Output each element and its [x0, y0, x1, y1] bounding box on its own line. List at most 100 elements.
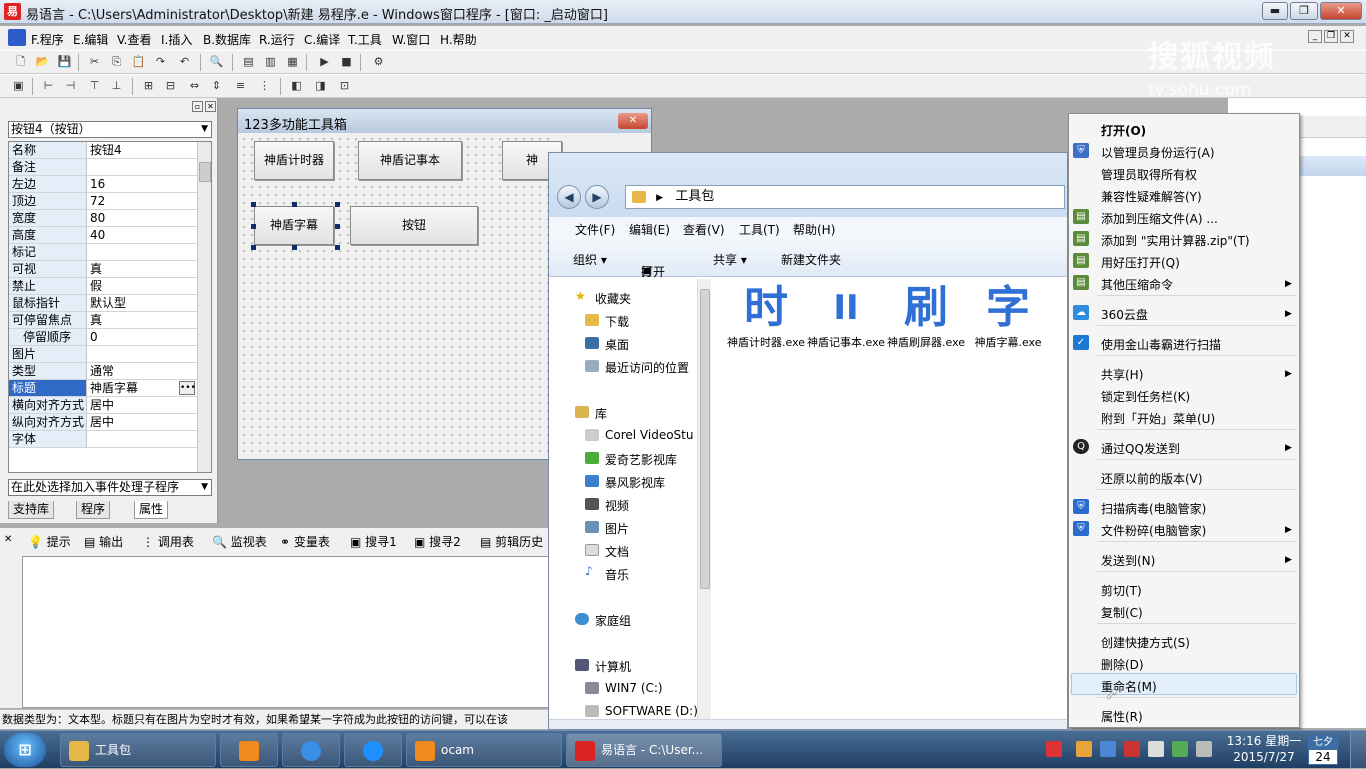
prop-value[interactable]: 居中 — [88, 414, 196, 430]
prop-row[interactable]: 宽度 80 — [9, 210, 197, 227]
prop-row[interactable]: 备注 — [9, 159, 197, 176]
form-canvas[interactable]: 神盾计时器 神盾记事本 神 神盾字幕 按钮 — [240, 135, 562, 457]
ctx-cut[interactable]: 剪切(T) — [1101, 582, 1142, 599]
nav-lib-corel[interactable]: Corel VideoStu — [605, 428, 693, 442]
mdi-minimize-button[interactable]: _ — [1308, 30, 1322, 43]
output-text-area[interactable] — [22, 556, 552, 708]
ctx-properties[interactable]: 属性(R) — [1101, 708, 1143, 725]
prop-row[interactable]: 图片 — [9, 346, 197, 363]
address-bar[interactable]: ▶ 工具包 — [625, 185, 1065, 209]
calendar-widget[interactable]: 七夕 24 — [1308, 735, 1338, 765]
ellipsis-button[interactable]: ••• — [179, 381, 196, 395]
ctx-kingsoft-scan[interactable]: 使用金山毒霸进行扫描 — [1101, 336, 1221, 353]
ctx-share[interactable]: 共享(H) — [1101, 366, 1143, 383]
nav-desktop[interactable]: 桌面 — [605, 336, 629, 353]
prop-value[interactable]: 40 — [88, 227, 196, 243]
menu-help[interactable]: H.帮助 — [440, 31, 477, 48]
panel-pin-button[interactable]: ▫ — [192, 101, 203, 112]
ctx-copy[interactable]: 复制(C) — [1101, 604, 1143, 621]
nav-homegroup[interactable]: 家庭组 — [595, 612, 631, 629]
prop-value[interactable]: 真 — [88, 261, 196, 277]
selection-handle[interactable] — [292, 245, 297, 250]
menu-edit[interactable]: E.编辑 — [73, 31, 108, 48]
tab-hint[interactable]: 💡 提示 — [28, 533, 71, 550]
selection-handle[interactable] — [335, 245, 340, 250]
menu-program[interactable]: F.程序 — [31, 31, 64, 48]
prop-value[interactable]: 假 — [88, 278, 196, 294]
ctx-360-cloud[interactable]: 360云盘 — [1101, 306, 1148, 323]
prop-row[interactable]: 字体 — [9, 431, 197, 448]
menu-window[interactable]: W.窗口 — [392, 31, 430, 48]
nav-scrollbar[interactable] — [697, 279, 711, 725]
menu-tools[interactable]: T.工具 — [348, 31, 382, 48]
ctx-file-shred[interactable]: 文件粉碎(电脑管家) — [1101, 522, 1206, 539]
forward-button[interactable]: ▶ — [585, 185, 609, 209]
ctx-send-qq[interactable]: 通过QQ发送到 — [1101, 440, 1180, 457]
menu-tools[interactable]: 工具(T) — [739, 221, 780, 238]
order-back-icon[interactable]: ◨ — [312, 78, 329, 94]
close-button[interactable]: ✕ — [1320, 2, 1362, 20]
app-menu-icon[interactable] — [8, 29, 26, 46]
prop-row[interactable]: 纵向对齐方式 居中 — [9, 414, 197, 431]
tray-security-icon[interactable] — [1124, 741, 1140, 757]
prop-row[interactable]: 名称 按钮4 — [9, 142, 197, 159]
prop-row[interactable]: 横向对齐方式 居中 — [9, 397, 197, 414]
tab-output[interactable]: ▤ 输出 — [84, 533, 123, 550]
nav-lib-documents[interactable]: 文档 — [605, 543, 629, 560]
layout2-icon[interactable]: ▥ — [262, 54, 279, 70]
ctx-scan-virus[interactable]: 扫描病毒(电脑管家) — [1101, 500, 1206, 517]
organize-button[interactable]: 组织 ▾ — [573, 251, 607, 268]
ctx-pin-start[interactable]: 附到「开始」菜单(U) — [1101, 410, 1215, 427]
show-desktop-button[interactable] — [1350, 731, 1366, 769]
tray-network-icon[interactable] — [1100, 741, 1116, 757]
find-icon[interactable]: 🔍 — [208, 54, 225, 70]
prop-row[interactable]: 标记 — [9, 244, 197, 261]
spacing2-icon[interactable]: ⋮ — [256, 78, 273, 94]
cut-icon[interactable]: ✂ — [86, 54, 103, 70]
align-top-icon[interactable]: ⊤ — [86, 78, 103, 94]
ctx-open-haozip[interactable]: 用好压打开(Q) — [1101, 254, 1180, 271]
layout1-icon[interactable]: ▤ — [240, 54, 257, 70]
spacing-icon[interactable]: ≡ — [232, 78, 249, 94]
prop-value[interactable] — [88, 244, 196, 260]
prop-value[interactable]: 居中 — [88, 397, 196, 413]
ctx-pin-taskbar[interactable]: 锁定到任务栏(K) — [1101, 388, 1190, 405]
start-button[interactable]: ⊞ — [4, 733, 46, 767]
copy-icon[interactable]: ⎘ — [108, 54, 125, 70]
ctx-take-ownership[interactable]: 管理员取得所有权 — [1101, 166, 1197, 183]
prop-row-selected[interactable]: 标题 神盾字幕 ••• — [9, 380, 197, 397]
undo-icon[interactable]: ↶ — [176, 54, 193, 70]
center-v-icon[interactable]: ⊟ — [162, 78, 179, 94]
prop-row[interactable]: 顶边 72 — [9, 193, 197, 210]
tab-program[interactable]: 程序 — [76, 501, 111, 519]
share-button[interactable]: 共享 ▾ — [713, 251, 747, 268]
property-scrollbar[interactable] — [197, 142, 211, 472]
grid-icon[interactable]: ⊡ — [336, 78, 353, 94]
sogou-ime-icon[interactable] — [1046, 741, 1062, 757]
nav-downloads[interactable]: 下载 — [605, 313, 629, 330]
nav-recent[interactable]: 最近访问的位置 — [605, 359, 689, 376]
nav-drive-c[interactable]: WIN7 (C:) — [605, 681, 663, 695]
nav-library[interactable]: 库 — [595, 405, 607, 422]
align-bottom-icon[interactable]: ⊥ — [108, 78, 125, 94]
minimize-button[interactable]: ▬ — [1262, 2, 1288, 20]
tab-support-lib[interactable]: 支持库 — [8, 501, 55, 519]
prop-value[interactable]: 默认型 — [88, 295, 196, 311]
file-item[interactable]: 字神盾字幕.exe — [969, 281, 1047, 351]
explorer-window[interactable]: ◀ ▶ ▶ 工具包 文件(F) 编辑(E) 查看(V) 工具(T) 帮助(H) … — [548, 152, 1068, 730]
layout3-icon[interactable]: ▦ — [284, 54, 301, 70]
nav-lib-video[interactable]: 视频 — [605, 497, 629, 514]
back-button[interactable]: ◀ — [557, 185, 581, 209]
form-button-default[interactable]: 按钮 — [350, 206, 478, 245]
ctx-send-to[interactable]: 发送到(N) — [1101, 552, 1155, 569]
menu-edit[interactable]: 编辑(E) — [629, 221, 670, 238]
prop-value[interactable]: 真 — [88, 312, 196, 328]
ctx-add-zip[interactable]: 添加到 "实用计算器.zip"(T) — [1101, 232, 1250, 249]
prop-value[interactable] — [88, 159, 196, 175]
form-button-notepad[interactable]: 神盾记事本 — [358, 141, 462, 180]
menu-insert[interactable]: I.插入 — [161, 31, 192, 48]
panel-close-button[interactable]: ✕ — [205, 101, 216, 112]
file-item[interactable]: II 神盾记事本.exe — [807, 281, 885, 351]
nav-lib-baofeng[interactable]: 暴风影视库 — [605, 474, 665, 491]
form-icon[interactable]: ▣ — [10, 78, 27, 94]
